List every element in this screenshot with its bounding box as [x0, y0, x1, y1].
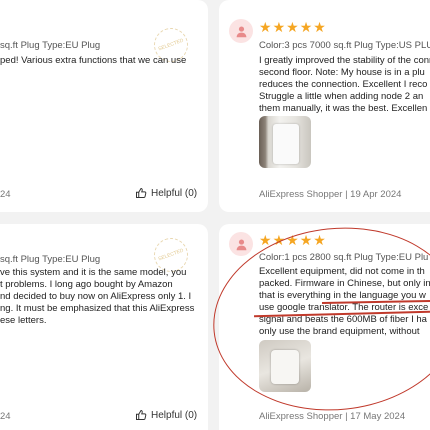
rating-stars: ★ ★ ★ ★ ★: [259, 233, 326, 247]
avatar: [229, 19, 253, 43]
review-author-date: AliExpress Shopper | 17 May 2024: [259, 411, 406, 422]
user-icon: [236, 25, 246, 37]
review-card: sq.ft Plug Type:EU Plug SELECTED ve this…: [0, 224, 208, 430]
review-text: ped! Various extra functions that we can…: [0, 55, 186, 67]
review-author-date: AliExpress Shopper | 19 Apr 2024: [259, 189, 402, 200]
review-text-line: reduces the connection. Excellent I reco: [259, 79, 428, 90]
review-card: ★ ★ ★ ★ ★ Color:1 pcs 2800 sq.ft Plug Ty…: [219, 224, 430, 430]
review-card: ★ ★ ★ ★ ★ Color:3 pcs 7000 sq.ft Plug Ty…: [219, 0, 430, 212]
thumbs-up-icon: [136, 188, 147, 198]
star-icon: ★: [272, 19, 286, 35]
rating-stars: ★ ★ ★ ★ ★: [259, 20, 326, 34]
review-text-line: Struggle a little when adding node 2 an: [259, 91, 424, 102]
star-icon: ★: [299, 232, 313, 248]
helpful-label: Helpful (0): [151, 187, 198, 199]
review-variant: Color:3 pcs 7000 sq.ft Plug Type:US PLU: [259, 40, 430, 51]
star-icon: ★: [259, 19, 272, 35]
review-photo[interactable]: [259, 340, 311, 392]
star-icon: ★: [313, 232, 326, 248]
review-text-line: ng. It must be emphasized that this AliE…: [0, 303, 195, 314]
star-icon: ★: [272, 232, 286, 248]
review-text-line: second floor. Note: My house is in a plu: [259, 67, 425, 78]
review-date: 24: [0, 411, 11, 422]
helpful-button[interactable]: Helpful (0): [135, 187, 197, 199]
review-text-line: ve this system and it is the same model,…: [0, 267, 187, 278]
review-text-line: only use the brand equipment, without: [259, 326, 420, 337]
review-variant: sq.ft Plug Type:EU Plug: [0, 40, 101, 51]
helpful-button[interactable]: Helpful (0): [135, 409, 197, 421]
review-text-line: ese letters.: [0, 315, 47, 326]
avatar: [229, 232, 253, 256]
star-icon: ★: [299, 19, 313, 35]
star-icon: ★: [286, 232, 299, 248]
review-photo[interactable]: [259, 116, 311, 168]
review-text-line: them manually, it was the best. Excellen: [259, 103, 428, 114]
review-text-line: t problems. I long ago bought by Amazon: [0, 279, 173, 290]
helpful-label: Helpful (0): [151, 409, 198, 421]
review-text-line: Excellent equipment, did not come in th: [259, 266, 425, 277]
review-text-line: ped! Various extra functions that we can…: [0, 55, 187, 66]
review-text: I greatly improved the stability of the …: [259, 55, 430, 115]
review-card: sq.ft Plug Type:EU Plug SELECTED ped! Va…: [0, 0, 208, 212]
review-text-line: nd decided to buy now on AliExpress only…: [0, 291, 192, 302]
thumbs-up-icon: [136, 410, 147, 420]
review-text: ve this system and it is the same model,…: [0, 267, 194, 327]
star-icon: ★: [259, 232, 272, 248]
star-icon: ★: [313, 19, 326, 35]
user-icon: [236, 238, 246, 250]
review-text-line: packed. Firmware in Chinese, but only in: [259, 278, 430, 289]
review-variant: Color:1 pcs 2800 sq.ft Plug Type:EU Plu: [259, 252, 429, 263]
review-variant: sq.ft Plug Type:EU Plug: [0, 254, 101, 265]
star-icon: ★: [286, 19, 299, 35]
review-date: 24: [0, 189, 11, 200]
review-text-line: I greatly improved the stability of the …: [259, 55, 430, 66]
